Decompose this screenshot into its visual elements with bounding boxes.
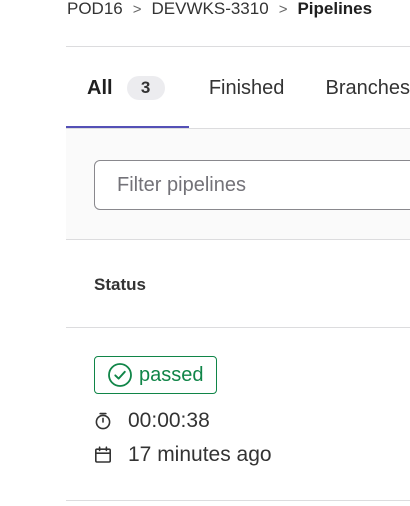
pipeline-finished-time: 17 minutes ago bbox=[94, 443, 272, 467]
finished-time-value: 17 minutes ago bbox=[128, 443, 272, 466]
breadcrumb: POD16 > DEVWKS-3310 > Pipelines bbox=[67, 0, 372, 21]
chevron-right-icon: > bbox=[132, 0, 142, 18]
timer-icon bbox=[95, 412, 111, 430]
pipelines-page: POD16 > DEVWKS-3310 > Pipelines All 3 Fi… bbox=[0, 0, 410, 506]
tab-branches[interactable]: Branches bbox=[326, 47, 410, 129]
tab-branches-label: Branches bbox=[325, 76, 410, 99]
breadcrumb-item-project[interactable]: DEVWKS-3310 bbox=[152, 0, 269, 19]
tab-finished[interactable]: Finished bbox=[189, 47, 326, 129]
tab-all[interactable]: All 3 bbox=[66, 47, 189, 129]
chevron-right-icon: > bbox=[278, 0, 288, 18]
pipeline-tabs: All 3 Finished Branches bbox=[66, 47, 410, 129]
divider bbox=[66, 500, 410, 501]
breadcrumb-item-pipelines[interactable]: Pipelines bbox=[297, 0, 372, 19]
check-circle-icon bbox=[108, 363, 132, 387]
pipeline-duration: 00:00:38 bbox=[94, 409, 210, 433]
column-header-status: Status bbox=[94, 275, 146, 294]
filter-bar bbox=[66, 129, 410, 240]
divider bbox=[66, 327, 410, 328]
breadcrumb-item-group[interactable]: POD16 bbox=[67, 0, 123, 19]
status-label: passed bbox=[139, 363, 204, 386]
status-badge[interactable]: passed bbox=[94, 356, 217, 394]
duration-value: 00:00:38 bbox=[128, 409, 210, 432]
tab-finished-label: Finished bbox=[208, 76, 285, 99]
tab-all-count-badge: 3 bbox=[126, 76, 165, 100]
filter-pipelines-input[interactable] bbox=[94, 160, 410, 210]
tab-all-label: All bbox=[87, 76, 113, 99]
calendar-icon bbox=[94, 446, 111, 463]
